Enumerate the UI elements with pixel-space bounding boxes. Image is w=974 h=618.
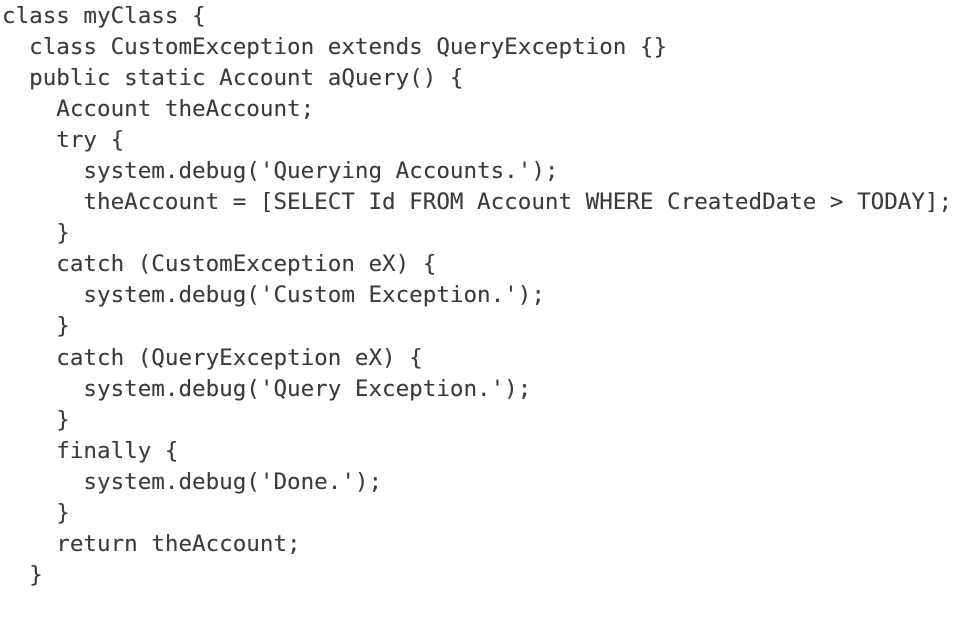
code-line: try { <box>2 127 125 154</box>
code-line: system.debug('Done.'); <box>2 468 383 495</box>
code-line: class myClass { <box>2 3 206 29</box>
code-line: theAccount = [SELECT Id FROM Account WHE… <box>2 189 953 216</box>
code-line: } <box>2 499 70 526</box>
code-block: class myClass { class CustomException ex… <box>2 1 974 591</box>
code-line: system.debug('Querying Accounts.'); <box>2 158 559 185</box>
code-line: } <box>2 561 43 588</box>
code-line: Account theAccount; <box>2 96 315 123</box>
code-line: } <box>2 406 70 433</box>
code-listing-container: class myClass { class CustomException ex… <box>0 0 974 618</box>
code-line: catch (CustomException eX) { <box>2 251 437 278</box>
code-line: public static Account aQuery() { <box>2 65 464 92</box>
code-line: finally { <box>2 437 179 464</box>
code-line: } <box>2 313 70 340</box>
code-line: catch (QueryException eX) { <box>2 344 423 371</box>
code-line: } <box>2 220 70 247</box>
code-line: class CustomException extends QueryExcep… <box>2 34 668 61</box>
code-line: system.debug('Custom Exception.'); <box>2 282 545 309</box>
code-line: system.debug('Query Exception.'); <box>2 375 532 402</box>
code-line: return theAccount; <box>2 530 301 557</box>
